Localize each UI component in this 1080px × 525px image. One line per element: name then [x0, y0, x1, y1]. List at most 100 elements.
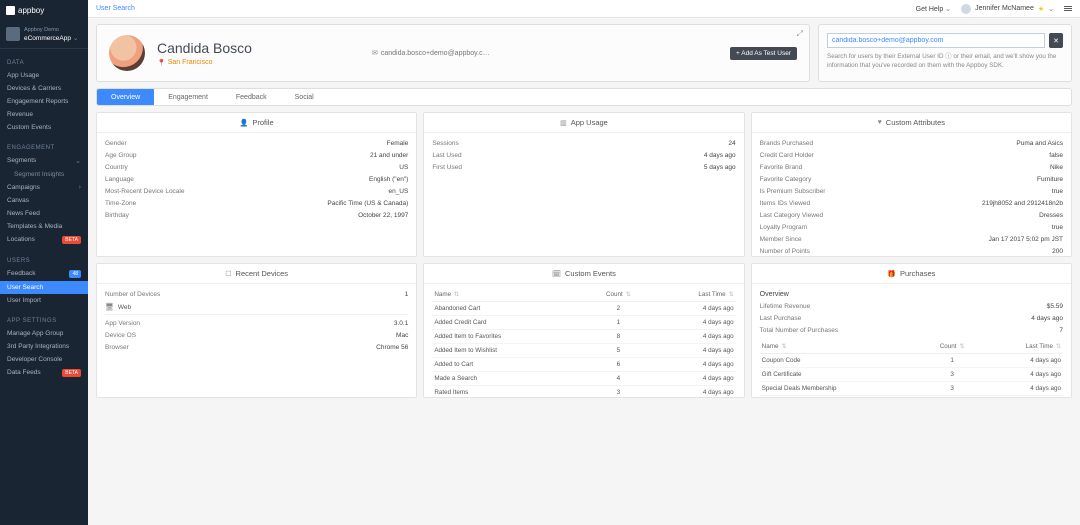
section-data: DATA	[0, 56, 88, 69]
sidebar-integrations[interactable]: 3rd Party Integrations	[0, 340, 88, 353]
sidebar-data-feeds[interactable]: Data FeedsBETA	[0, 366, 88, 380]
brand-logo[interactable]: appboy	[0, 0, 88, 21]
kv-row: Time-ZonePacific Time (US & Canada)	[105, 197, 408, 209]
sidebar-custom-events[interactable]: Custom Events	[0, 121, 88, 134]
star-icon: ★	[1038, 5, 1044, 13]
kv-row: Number of Points200	[760, 245, 1063, 256]
sidebar-campaigns[interactable]: Campaigns›	[0, 181, 88, 194]
page-title: User Search	[96, 5, 135, 12]
sidebar-manage-app-group[interactable]: Manage App Group	[0, 327, 88, 340]
profile-panel: 👤Profile GenderFemaleAge Group21 and und…	[96, 112, 417, 257]
get-help-link[interactable]: Get Help ⌄	[916, 5, 951, 13]
kv-row: App Version3.0.1	[105, 317, 408, 329]
kv-row: Last Category ViewedDresses	[760, 209, 1063, 221]
sidebar-segment-insights[interactable]: Segment Insights	[0, 168, 88, 181]
email-icon: ✉	[372, 49, 378, 57]
clear-search-button[interactable]: ✕	[1049, 33, 1063, 48]
kv-row: Total Number of Purchases7	[760, 324, 1063, 336]
sidebar-user-search[interactable]: User Search	[0, 281, 88, 294]
kv-row: Favorite CategoryFurniture	[760, 173, 1063, 185]
tab-bar: Overview Engagement Feedback Social	[96, 88, 1072, 106]
sidebar-locations[interactable]: LocationsBETA	[0, 233, 88, 247]
chart-bar-icon: ▥	[560, 119, 567, 127]
search-help-text: Search for users by their External User …	[827, 53, 1063, 70]
avatar-icon	[961, 4, 971, 14]
calendar-icon: 🗓	[552, 270, 561, 278]
feedback-count-badge: 48	[69, 270, 81, 278]
user-search-input[interactable]	[827, 33, 1045, 48]
table-row: Added to Cart64 days ago	[432, 358, 735, 372]
table-row: Added Item to Wishlist54 days ago	[432, 344, 735, 358]
sidebar-segments[interactable]: Segments⌄	[0, 154, 88, 168]
tab-engagement[interactable]: Engagement	[154, 89, 222, 105]
sidebar-app-usage[interactable]: App Usage	[0, 69, 88, 82]
chevron-down-icon: ⌄	[1048, 5, 1054, 13]
col-count[interactable]: Count	[922, 340, 981, 354]
table-row: Special Deals Membership34 days ago	[760, 382, 1063, 396]
table-row: Added Credit Card14 days ago	[432, 316, 735, 330]
app-group-icon	[6, 27, 20, 41]
table-row: Gift Certificate34 days ago	[760, 368, 1063, 382]
kv-row: Sessions24	[432, 137, 735, 149]
top-bar: User Search Get Help ⌄ Jennifer McNamee …	[88, 0, 1080, 18]
chevron-down-icon: ⌄	[73, 35, 79, 42]
sidebar-engagement-reports[interactable]: Engagement Reports	[0, 95, 88, 108]
hamburger-menu-icon[interactable]	[1064, 6, 1072, 11]
account-menu[interactable]: Jennifer McNamee ★ ⌄	[961, 4, 1054, 14]
beta-badge: BETA	[62, 236, 81, 244]
recent-devices-panel: ☐Recent Devices Number of Devices1 🖥Web …	[96, 263, 417, 398]
sidebar-dev-console[interactable]: Developer Console	[0, 353, 88, 366]
location-pin-icon: 📍	[157, 59, 166, 67]
kv-row: Items IDs Viewed219jh8052 and 2912418n2b	[760, 197, 1063, 209]
col-name[interactable]: Name	[432, 288, 587, 302]
main: User Search Get Help ⌄ Jennifer McNamee …	[88, 0, 1080, 525]
tab-feedback[interactable]: Feedback	[222, 89, 281, 105]
table-row: Abandoned Cart24 days ago	[432, 302, 735, 316]
user-email: ✉candida.bosco+demo@appboy.c…	[372, 49, 490, 57]
kv-row: Favorite BrandNike	[760, 161, 1063, 173]
tab-social[interactable]: Social	[281, 89, 328, 105]
table-row: Rated Items34 days ago	[432, 386, 735, 398]
kv-row: Last Used4 days ago	[432, 149, 735, 161]
kv-row: LanguageEnglish ("en")	[105, 173, 408, 185]
beta-badge: BETA	[62, 369, 81, 377]
phone-icon: ☐	[225, 270, 231, 278]
chevron-down-icon: ⌄	[945, 6, 951, 13]
kv-row: Loyalty Programtrue	[760, 221, 1063, 233]
sidebar-news-feed[interactable]: News Feed	[0, 207, 88, 220]
chevron-right-icon: ›	[79, 184, 81, 191]
add-test-user-button[interactable]: + Add As Test User	[730, 47, 797, 60]
app-group-selector[interactable]: Appboy Demo eCommerceApp ⌄	[0, 21, 88, 49]
kv-row: Credit Card Holderfalse	[760, 149, 1063, 161]
sidebar-devices[interactable]: Devices & Carriers	[0, 82, 88, 95]
app-usage-panel: ▥App Usage Sessions24Last Used4 days ago…	[423, 112, 744, 257]
col-last-time[interactable]: Last Time	[650, 288, 736, 302]
kv-row: Most-Recent Device Localeen_US	[105, 185, 408, 197]
kv-row: Age Group21 and under	[105, 149, 408, 161]
table-row: Added Item to Favorites84 days ago	[432, 330, 735, 344]
chevron-down-icon: ⌄	[75, 157, 81, 165]
col-count[interactable]: Count	[587, 288, 650, 302]
tab-overview[interactable]: Overview	[97, 89, 154, 105]
custom-events-panel: 🗓Custom Events Name Count Last Time Aban…	[423, 263, 744, 398]
sidebar: appboy Appboy Demo eCommerceApp ⌄ DATA A…	[0, 0, 88, 525]
sidebar-revenue[interactable]: Revenue	[0, 108, 88, 121]
purchases-table: Name Count Last Time Coupon Code14 days …	[760, 340, 1063, 396]
kv-row: Brands PurchasedPuma and Asics	[760, 137, 1063, 149]
kv-row: BirthdayOctober 22, 1997	[105, 209, 408, 221]
user-name: Candida Bosco	[157, 40, 252, 56]
sidebar-canvas[interactable]: Canvas	[0, 194, 88, 207]
col-last-time[interactable]: Last Time	[982, 340, 1063, 354]
gift-icon: 🎁	[887, 270, 896, 278]
expand-icon[interactable]: ⤢	[797, 29, 803, 39]
sidebar-feedback[interactable]: Feedback48	[0, 267, 88, 281]
heart-icon: ♥	[878, 119, 882, 126]
sidebar-user-import[interactable]: User Import	[0, 294, 88, 307]
kv-row: Lifetime Revenue$5.59	[760, 300, 1063, 312]
section-engagement: ENGAGEMENT	[0, 141, 88, 154]
sidebar-templates[interactable]: Templates & Media	[0, 220, 88, 233]
person-icon: 👤	[240, 119, 249, 127]
col-name[interactable]: Name	[760, 340, 923, 354]
purchases-panel: 🎁Purchases Overview Lifetime Revenue$5.5…	[751, 263, 1072, 398]
table-row: Made a Search44 days ago	[432, 372, 735, 386]
